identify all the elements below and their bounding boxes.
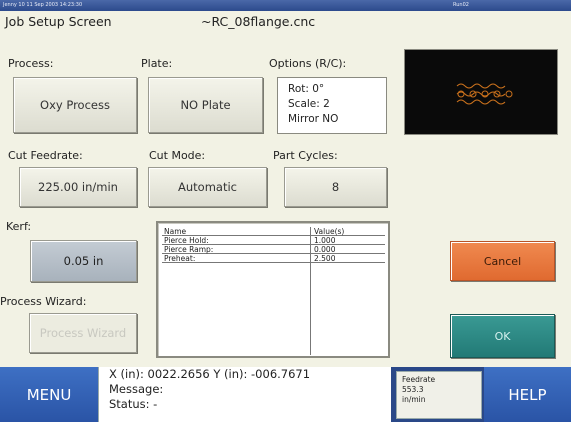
part-preview (404, 49, 558, 135)
cancel-button[interactable]: Cancel (450, 241, 555, 281)
process-label: Process: (8, 57, 54, 70)
feedrate-unit: in/min (402, 395, 426, 404)
feedrate-value: 553.3 (402, 385, 424, 394)
job-filename: ~RC_08flange.cnc (201, 14, 316, 29)
table-row[interactable]: Preheat: 2.500 (162, 255, 385, 263)
plate-button[interactable]: NO Plate (148, 77, 263, 133)
name-column-header: Name (164, 227, 187, 236)
ok-button[interactable]: OK (450, 314, 555, 358)
title-bar: Jenny 10 11 Sep 2003 14:23:30 Run02 (0, 0, 571, 11)
options-box[interactable]: Rot: 0° Scale: 2 Mirror NO (277, 77, 387, 134)
table-row[interactable]: Pierce Hold: 1.000 (162, 237, 385, 245)
message-line: Message: (109, 382, 164, 396)
flange-preview-icon (456, 83, 513, 105)
table-header: Name Value(s) (162, 228, 385, 236)
process-button[interactable]: Oxy Process (13, 77, 137, 133)
status-line: Status: - (109, 397, 158, 411)
cut-feedrate-label: Cut Feedrate: (8, 149, 83, 162)
cut-mode-label: Cut Mode: (149, 149, 206, 162)
help-button[interactable]: HELP (484, 367, 571, 422)
mirror-value: Mirror NO (288, 113, 339, 125)
process-wizard-button[interactable]: Process Wizard (29, 313, 137, 353)
plate-label: Plate: (141, 57, 173, 70)
menu-button[interactable]: MENU (0, 367, 98, 422)
param-name: Pierce Ramp: (164, 245, 214, 254)
timestamp: Jenny 10 11 Sep 2003 14:23:30 (3, 2, 83, 8)
column-divider (310, 227, 311, 355)
kerf-button[interactable]: 0.05 in (30, 240, 137, 282)
param-name: Preheat: (164, 254, 196, 263)
cut-mode-button[interactable]: Automatic (148, 167, 267, 207)
process-wizard-label: Process Wizard: (0, 295, 87, 308)
position-readout: X (in): 0022.2656 Y (in): -006.7671 (109, 367, 311, 381)
param-value: 0.000 (314, 245, 336, 254)
param-value: 1.000 (314, 236, 336, 245)
run-status: Run02 (453, 2, 469, 8)
feedrate-display: Feedrate 553.3 in/min (396, 371, 482, 419)
screen-title: Job Setup Screen (5, 14, 112, 29)
param-name: Pierce Hold: (164, 236, 209, 245)
param-value: 2.500 (314, 254, 336, 263)
feedrate-label: Feedrate (402, 375, 436, 384)
options-label: Options (R/C): (269, 57, 347, 70)
process-parameters-table[interactable]: Name Value(s) Pierce Hold: 1.000 Pierce … (156, 221, 390, 358)
cut-feedrate-button[interactable]: 225.00 in/min (19, 167, 137, 207)
table-row[interactable]: Pierce Ramp: 0.000 (162, 246, 385, 254)
rotation-value: Rot: 0° (288, 83, 325, 95)
part-cycles-label: Part Cycles: (273, 149, 338, 162)
value-column-header: Value(s) (314, 227, 345, 236)
scale-value: Scale: 2 (288, 98, 330, 110)
part-cycles-button[interactable]: 8 (284, 167, 387, 207)
kerf-label: Kerf: (6, 220, 32, 233)
status-panel: X (in): 0022.2656 Y (in): -006.7671 Mess… (98, 367, 391, 422)
